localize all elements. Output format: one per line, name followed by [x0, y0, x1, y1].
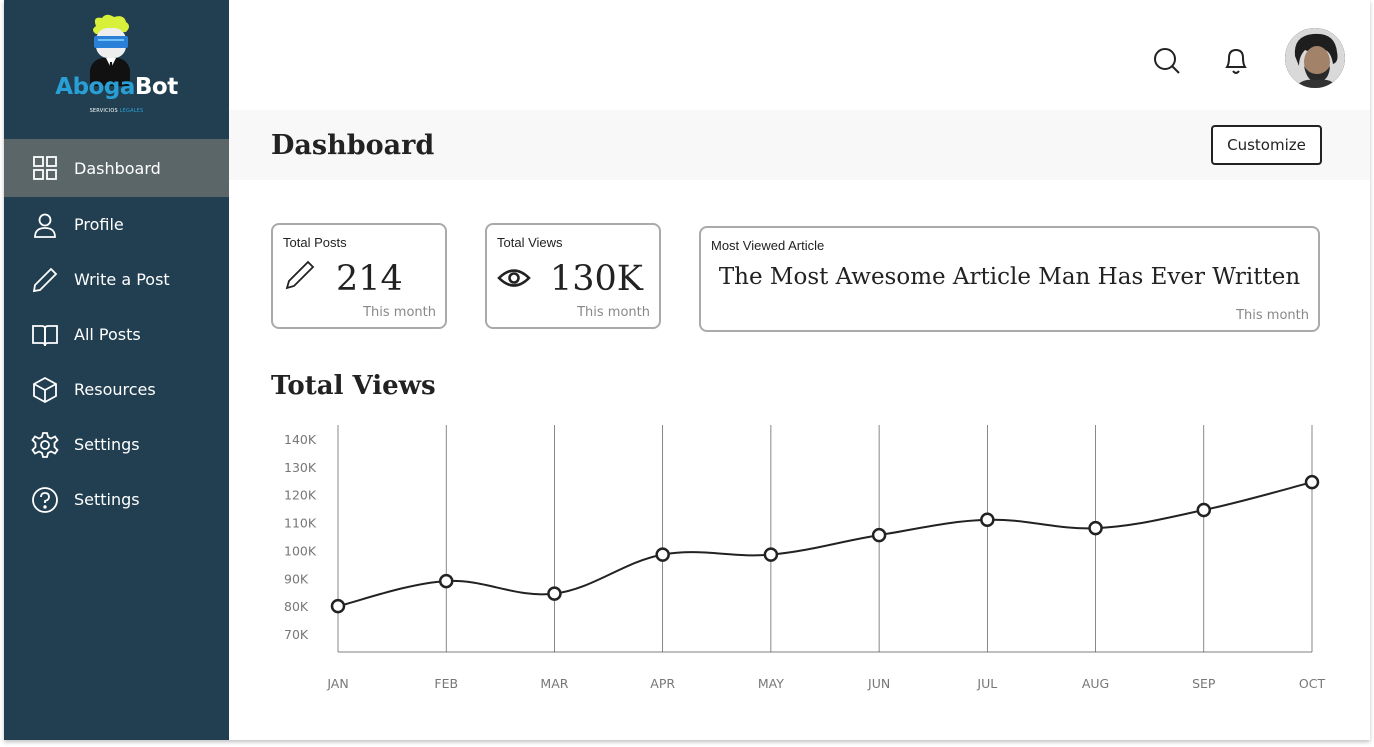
data-point-jun [871, 527, 887, 543]
brand-name: AbogaBot [55, 74, 178, 100]
pencil-icon [30, 265, 60, 295]
sidebar-item-label: Dashboard [74, 158, 161, 178]
card-label: Total Views [497, 235, 563, 250]
data-point-jul [980, 512, 995, 528]
data-point-mar [547, 586, 562, 601]
x-tick-label: OCT [1299, 676, 1326, 691]
sidebar-item-all-posts[interactable]: All Posts [4, 307, 229, 362]
bell-icon[interactable] [1221, 44, 1251, 78]
x-tick-label: AUG [1082, 676, 1109, 691]
card-label: Total Posts [283, 235, 347, 250]
sidebar: AbogaBot SERVICIOS LEGALES Dashboard Pro… [4, 0, 229, 740]
sidebar-nav: Dashboard Profile Write a Post All Posts… [4, 139, 229, 527]
sidebar-item-profile[interactable]: Profile [4, 197, 229, 252]
gear-icon [30, 430, 60, 460]
sidebar-item-settings[interactable]: Settings [4, 417, 229, 472]
brand-tagline: SERVICIOS LEGALES [89, 108, 144, 114]
series-line [337, 481, 1313, 608]
y-tick-label: 120K [284, 488, 317, 503]
pencil-icon [285, 260, 315, 290]
x-tick-label: FEB [434, 676, 458, 691]
sidebar-item-label: Profile [74, 215, 124, 234]
x-tick-label: JAN [326, 676, 348, 691]
data-point-jan [330, 598, 346, 614]
sidebar-item-write-post[interactable]: Write a Post [4, 252, 229, 307]
app-window: AbogaBot SERVICIOS LEGALES Dashboard Pro… [4, 0, 1370, 740]
x-tick-label: JUL [976, 676, 997, 691]
y-tick-label: 90K [284, 571, 309, 586]
total-views-card: Total Views 130K This month [485, 223, 661, 329]
y-tick-label: 100K [284, 543, 317, 558]
top-bar [229, 0, 1370, 110]
eye-icon [497, 269, 531, 287]
x-tick-label: JUN [867, 676, 890, 691]
book-icon [30, 320, 60, 350]
sidebar-item-label: Write a Post [74, 270, 170, 289]
data-point-feb [438, 573, 454, 589]
avatar[interactable] [1285, 28, 1345, 88]
data-point-aug [1088, 520, 1103, 536]
page-header: Dashboard Customize [229, 110, 1370, 180]
sidebar-item-label: Settings [74, 435, 140, 454]
cube-icon [30, 375, 60, 405]
x-tick-label: APR [650, 676, 675, 691]
user-icon [30, 210, 60, 240]
y-tick-label: 110K [284, 516, 317, 531]
y-tick-label: 80K [284, 599, 309, 614]
brand-logo[interactable]: AbogaBot SERVICIOS LEGALES [4, 0, 229, 139]
sidebar-item-label: Settings [74, 490, 140, 509]
sidebar-item-label: Resources [74, 380, 156, 399]
customize-button[interactable]: Customize [1211, 125, 1322, 165]
help-circle-icon [30, 485, 60, 515]
most-viewed-article-card[interactable]: Most Viewed Article The Most Awesome Art… [699, 226, 1320, 332]
card-note: This month [363, 305, 436, 320]
x-tick-label: SEP [1192, 676, 1216, 691]
x-tick-label: MAY [758, 676, 784, 691]
y-tick-label: 70K [284, 627, 309, 642]
search-icon[interactable] [1152, 44, 1182, 78]
total-views-chart: 140K 130K 120K 110K 100K 90K 80K 70K JAN FEB MAR AP… [284, 425, 1326, 691]
sidebar-item-dashboard[interactable]: Dashboard [4, 139, 229, 197]
data-point-oct [1304, 474, 1320, 490]
data-point-apr [655, 547, 670, 562]
card-note: This month [577, 305, 650, 320]
user-photo [1285, 28, 1345, 88]
total-posts-value: 214 [336, 259, 403, 299]
sidebar-item-resources[interactable]: Resources [4, 362, 229, 417]
total-views-value: 130K [550, 259, 643, 299]
page-title: Dashboard [271, 130, 435, 161]
x-tick-label: MAR [540, 676, 568, 691]
y-tick-label: 130K [284, 460, 317, 475]
chart-title: Total Views [271, 371, 436, 401]
card-label: Most Viewed Article [711, 238, 825, 253]
grid-icon [30, 153, 60, 183]
total-posts-card: Total Posts 214 This month [271, 223, 447, 329]
y-tick-label: 140K [284, 432, 317, 447]
data-point-may [763, 547, 779, 562]
sidebar-item-label: All Posts [74, 325, 141, 344]
card-note: This month [1236, 308, 1309, 323]
data-point-sep [1196, 502, 1212, 518]
sidebar-item-help[interactable]: Settings [4, 472, 229, 527]
most-viewed-article-title[interactable]: The Most Awesome Article Man Has Ever Wr… [701, 264, 1318, 290]
